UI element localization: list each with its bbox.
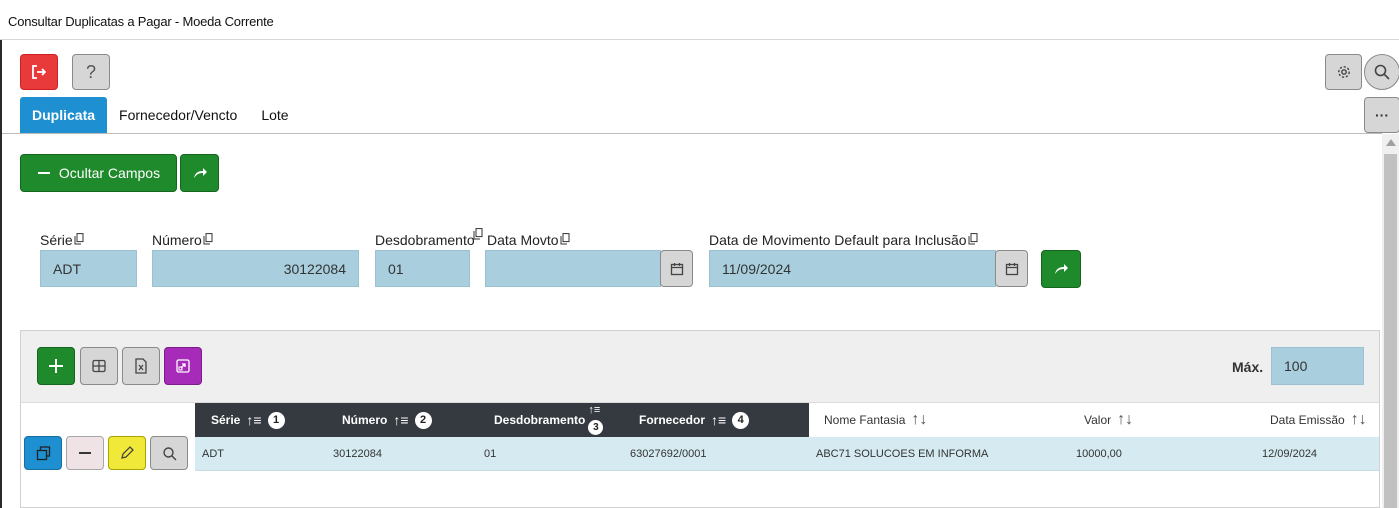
minus-icon: [79, 452, 91, 454]
view-row-button[interactable]: [150, 436, 188, 470]
search-icon: [162, 446, 176, 460]
pencil-icon: [121, 446, 134, 459]
cell-serie: ADT: [202, 448, 224, 460]
max-label: Máx.: [1232, 359, 1264, 375]
copy-icon[interactable]: [473, 228, 483, 240]
tab-bar: Duplicata Fornecedor/Vencto Lote: [20, 97, 301, 133]
expand-icon: [176, 359, 190, 373]
sort-asc-icon: ↑≡: [246, 412, 262, 428]
hide-fields-label: Ocultar Campos: [58, 165, 161, 181]
tab-fornecedor-vencto[interactable]: Fornecedor/Vencto: [107, 97, 249, 133]
copy-icon[interactable]: [560, 233, 570, 245]
cell-numero: 30122084: [333, 448, 382, 460]
apply-date-button[interactable]: [1041, 250, 1081, 288]
tab-lote[interactable]: Lote: [249, 97, 300, 133]
sort-order-badge: 1: [267, 411, 285, 429]
vertical-scrollbar[interactable]: [1382, 134, 1399, 508]
edit-row-button[interactable]: [108, 436, 146, 470]
data-movto-label: Data Movto: [487, 232, 570, 248]
sort-asc-icon: ↑≡: [393, 412, 409, 428]
data-default-label: Data de Movimento Default para Inclusão: [709, 232, 978, 248]
desdobramento-label: Desdobramento: [375, 228, 483, 248]
max-input[interactable]: 100: [1271, 347, 1364, 385]
data-default-calendar-button[interactable]: [995, 250, 1028, 287]
sort-asc-icon: ↑≡: [588, 404, 601, 416]
serie-input[interactable]: ADT: [40, 250, 137, 287]
col-serie[interactable]: Série ↑≡ 1: [211, 403, 285, 437]
expand-button[interactable]: [164, 347, 202, 385]
cell-nome-fantasia: ABC71 SOLUCOES EM INFORMA: [816, 448, 989, 460]
cell-data-emissao: 12/09/2024: [1262, 448, 1318, 460]
columns-button[interactable]: [80, 347, 118, 385]
results-grid: Máx. 100 Série ↑≡ 1 Número ↑≡ 2 Desdobrament…: [20, 330, 1380, 508]
desdobramento-input[interactable]: 01: [375, 250, 470, 287]
window-title: Consultar Duplicatas a Pagar - Moeda Cor…: [8, 14, 274, 29]
data-movto-calendar-button[interactable]: [660, 250, 693, 287]
sort-order-badge: 3: [588, 420, 604, 435]
sort-both-icon: ↑↓: [911, 411, 928, 428]
minus-icon: [37, 172, 50, 174]
sort-stack: ↑≡ 3: [588, 403, 604, 437]
remove-row-button[interactable]: [66, 436, 104, 470]
export-excel-button[interactable]: [122, 347, 160, 385]
add-button[interactable]: [37, 347, 75, 385]
plus-icon: [49, 359, 63, 373]
data-movto-input[interactable]: [485, 250, 661, 287]
col-numero[interactable]: Número ↑≡ 2: [342, 403, 432, 437]
share-arrow-icon: [193, 168, 207, 178]
sort-order-badge: 4: [732, 411, 750, 429]
scroll-up-icon[interactable]: [1386, 139, 1396, 146]
copy-icon[interactable]: [74, 233, 84, 245]
grid-toolbar: Máx. 100: [21, 331, 1379, 403]
share-arrow-icon: [1055, 264, 1068, 274]
tab-duplicata[interactable]: Duplicata: [20, 97, 108, 133]
hide-fields-button[interactable]: Ocultar Campos: [20, 154, 177, 192]
sort-order-badge: 2: [414, 411, 432, 429]
col-nome-fantasia[interactable]: Nome Fantasia ↑↓: [824, 403, 927, 437]
data-default-input[interactable]: 11/09/2024: [709, 250, 996, 287]
sort-both-icon: ↑↓: [1350, 411, 1367, 428]
col-valor[interactable]: Valor ↑↓: [1084, 403, 1133, 437]
col-fornecedor[interactable]: Fornecedor ↑≡ 4: [639, 403, 750, 437]
cell-valor: 10000,00: [1076, 448, 1122, 460]
window-titlebar: Consultar Duplicatas a Pagar - Moeda Cor…: [0, 0, 1399, 40]
search-button[interactable]: [1364, 54, 1399, 90]
row-actions: [21, 436, 195, 471]
sort-asc-icon: ↑≡: [711, 412, 727, 428]
help-icon: ?: [85, 61, 96, 82]
more-options-button[interactable]: ···: [1364, 97, 1399, 133]
help-button[interactable]: ?: [72, 54, 110, 90]
col-data-emissao[interactable]: Data Emissão ↑↓: [1270, 403, 1367, 437]
copy-row-button[interactable]: [24, 436, 62, 470]
scrollbar-thumb[interactable]: [1384, 154, 1397, 508]
copy-icon[interactable]: [203, 233, 213, 245]
forward-button[interactable]: [180, 154, 219, 192]
copy-icon: [36, 445, 50, 460]
settings-button[interactable]: [1325, 54, 1362, 90]
col-desdobramento[interactable]: Desdobramento ↑≡ 3: [494, 403, 604, 437]
exit-icon: [32, 65, 47, 79]
serie-label: Série: [40, 232, 84, 248]
calendar-icon: [670, 262, 683, 275]
numero-label: Número: [152, 232, 213, 248]
cell-desdobramento: 01: [484, 448, 497, 460]
tab-divider: [2, 133, 1382, 134]
copy-icon[interactable]: [968, 233, 978, 245]
more-icon: ···: [1375, 107, 1389, 123]
calendar-icon: [1005, 262, 1018, 275]
excel-file-icon: [135, 358, 147, 374]
search-icon: [1374, 64, 1390, 80]
sort-both-icon: ↑↓: [1117, 411, 1134, 428]
left-border: [0, 40, 2, 508]
exit-button[interactable]: [20, 54, 58, 90]
gear-icon: [1337, 66, 1350, 78]
numero-input[interactable]: 30122084: [152, 250, 359, 287]
table-icon: [92, 359, 106, 373]
cell-fornecedor: 63027692/0001: [630, 448, 707, 460]
